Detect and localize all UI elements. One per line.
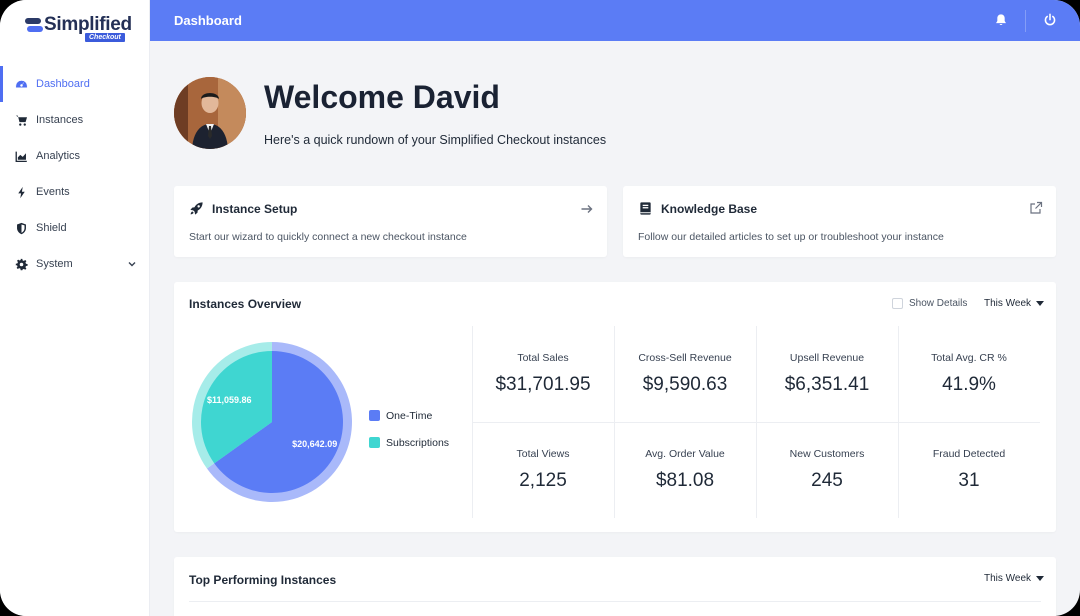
- shield-icon: [15, 222, 28, 235]
- stat-fraud-detected: Fraud Detected 31: [898, 422, 1040, 518]
- chart-icon: [15, 150, 28, 163]
- stats-grid: Total Sales $31,701.95 Cross-Sell Revenu…: [472, 326, 1042, 518]
- chevron-down-icon[interactable]: [126, 258, 138, 270]
- stat-label: Cross-Sell Revenue: [638, 352, 732, 364]
- legend-item-one-time[interactable]: One-Time: [369, 402, 449, 429]
- period-dropdown[interactable]: This Week: [984, 298, 1045, 309]
- stat-label: Total Views: [516, 448, 570, 460]
- sidebar-item-shield[interactable]: Shield: [0, 210, 150, 246]
- top-performing-title: Top Performing Instances: [189, 573, 337, 587]
- sidebar-item-label: System: [36, 258, 73, 270]
- bolt-icon: [15, 186, 28, 199]
- stat-cross-sell-revenue: Cross-Sell Revenue $9,590.63: [614, 326, 756, 422]
- book-icon: [638, 201, 653, 216]
- external-link-icon[interactable]: [1029, 201, 1043, 215]
- period-label: This Week: [984, 298, 1032, 309]
- stat-total-sales: Total Sales $31,701.95: [472, 326, 614, 422]
- stat-value: $6,351.41: [784, 374, 870, 395]
- period-label: This Week: [984, 573, 1032, 584]
- sidebar-item-system[interactable]: System: [0, 246, 150, 282]
- chart-legend: One-Time Subscriptions: [369, 402, 449, 456]
- top-performing-card: Top Performing Instances This Week: [174, 557, 1056, 616]
- gauge-icon: [15, 78, 28, 91]
- card-title: Instance Setup: [212, 202, 298, 216]
- pie-data-label: $20,642.09: [292, 439, 337, 449]
- stat-avg-order-value: Avg. Order Value $81.08: [614, 422, 756, 518]
- brand-logo[interactable]: Simplified Checkout: [25, 14, 135, 44]
- instances-overview-card: Instances Overview Show Details This Wee…: [174, 282, 1056, 532]
- avatar: [174, 77, 246, 149]
- power-icon[interactable]: [1043, 13, 1057, 27]
- rocket-icon: [189, 201, 204, 216]
- pie-chart-svg: $20,642.09 $11,059.86: [192, 342, 352, 502]
- show-details-label: Show Details: [909, 298, 968, 309]
- stat-value: 31: [958, 470, 980, 491]
- stat-value: 2,125: [519, 470, 567, 491]
- brand-sub: Checkout: [85, 33, 125, 42]
- show-details-toggle[interactable]: Show Details: [892, 298, 967, 309]
- sidebar-item-label: Dashboard: [36, 78, 90, 90]
- welcome-subtitle: Here's a quick rundown of your Simplifie…: [264, 133, 607, 147]
- stat-value: 41.9%: [942, 374, 996, 395]
- stat-value: $31,701.95: [495, 374, 591, 395]
- overview-title: Instances Overview: [189, 297, 302, 311]
- legend-label: Subscriptions: [386, 436, 450, 449]
- sidebar-item-label: Events: [36, 186, 70, 198]
- gear-icon: [15, 258, 28, 271]
- instance-setup-card[interactable]: Instance Setup Start our wizard to quick…: [174, 186, 607, 257]
- stat-total-avg-cr: Total Avg. CR % 41.9%: [898, 326, 1040, 422]
- bell-icon[interactable]: [994, 13, 1008, 27]
- stat-value: 245: [811, 470, 843, 491]
- stat-label: Upsell Revenue: [789, 352, 865, 364]
- logo-mark-icon: [25, 18, 43, 32]
- sidebar-item-label: Shield: [36, 222, 67, 234]
- stat-total-views: Total Views 2,125: [472, 422, 614, 518]
- stat-upsell-revenue: Upsell Revenue $6,351.41: [756, 326, 898, 422]
- sidebar-item-analytics[interactable]: Analytics: [0, 138, 150, 174]
- legend-swatch: [369, 410, 380, 421]
- sidebar-nav: Dashboard Instances Analytics Events Shi…: [0, 66, 150, 282]
- card-description: Start our wizard to quickly connect a ne…: [189, 231, 467, 243]
- card-description: Follow our detailed articles to set up o…: [638, 231, 944, 243]
- cart-icon: [15, 114, 28, 127]
- stat-label: Total Avg. CR %: [931, 352, 1007, 364]
- app-window: Simplified Checkout Dashboard Instances: [0, 0, 1080, 616]
- stat-label: Fraud Detected: [932, 448, 1006, 460]
- page-title: Dashboard: [174, 13, 242, 28]
- arrow-right-icon[interactable]: [580, 202, 594, 216]
- sidebar-item-dashboard[interactable]: Dashboard: [0, 66, 150, 102]
- knowledge-base-card[interactable]: Knowledge Base Follow our detailed artic…: [623, 186, 1056, 257]
- legend-item-subscriptions[interactable]: Subscriptions: [369, 429, 449, 456]
- sidebar: Simplified Checkout Dashboard Instances: [0, 0, 150, 616]
- stat-label: Total Sales: [517, 352, 569, 364]
- sidebar-item-instances[interactable]: Instances: [0, 102, 150, 138]
- caret-down-icon: [1036, 301, 1045, 306]
- legend-label: One-Time: [386, 409, 433, 422]
- welcome-heading: Welcome David: [264, 79, 500, 115]
- top-bar: Dashboard: [150, 0, 1080, 41]
- card-title: Knowledge Base: [661, 202, 758, 216]
- divider: [189, 601, 1041, 602]
- stat-label: New Customers: [789, 448, 865, 460]
- caret-down-icon: [1036, 576, 1045, 581]
- legend-swatch: [369, 437, 380, 448]
- stat-new-customers: New Customers 245: [756, 422, 898, 518]
- pie-chart: $20,642.09 $11,059.86: [192, 342, 352, 502]
- stat-value: $9,590.63: [642, 374, 728, 395]
- stat-value: $81.08: [655, 470, 715, 491]
- show-details-checkbox[interactable]: [892, 298, 903, 309]
- header-divider: [1025, 10, 1026, 32]
- sidebar-item-label: Analytics: [36, 150, 81, 162]
- pie-data-label: $11,059.86: [207, 395, 252, 405]
- sidebar-item-label: Instances: [36, 114, 84, 126]
- sidebar-item-events[interactable]: Events: [0, 174, 150, 210]
- period-dropdown[interactable]: This Week: [984, 573, 1045, 584]
- stat-label: Avg. Order Value: [645, 448, 725, 460]
